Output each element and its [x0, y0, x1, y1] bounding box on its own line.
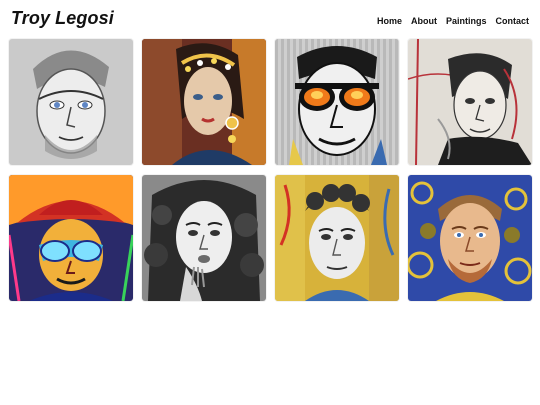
painting-image: [142, 175, 266, 301]
nav-contact[interactable]: Contact: [496, 16, 530, 26]
painting-image: [142, 39, 266, 165]
painting-gallery: [9, 39, 533, 301]
site-title[interactable]: Troy Legosi: [11, 8, 114, 29]
gallery-tile[interactable]: [408, 175, 532, 301]
painting-image: [9, 39, 133, 165]
painting-image: [408, 175, 532, 301]
painting-image: [9, 175, 133, 301]
gallery-tile[interactable]: [9, 175, 133, 301]
gallery-tile[interactable]: [142, 39, 266, 165]
gallery-tile[interactable]: [142, 175, 266, 301]
nav-about[interactable]: About: [411, 16, 437, 26]
site-header: Troy Legosi Home About Paintings Contact: [0, 0, 540, 38]
gallery-tile[interactable]: [9, 39, 133, 165]
nav-home[interactable]: Home: [377, 16, 402, 26]
gallery-tile[interactable]: [275, 175, 399, 301]
gallery-tile[interactable]: [408, 39, 532, 165]
painting-image: [408, 39, 532, 165]
main-nav: Home About Paintings Contact: [368, 16, 529, 26]
gallery-tile[interactable]: [275, 39, 399, 165]
nav-paintings[interactable]: Paintings: [446, 16, 487, 26]
painting-image: [275, 39, 399, 165]
painting-image: [275, 175, 399, 301]
